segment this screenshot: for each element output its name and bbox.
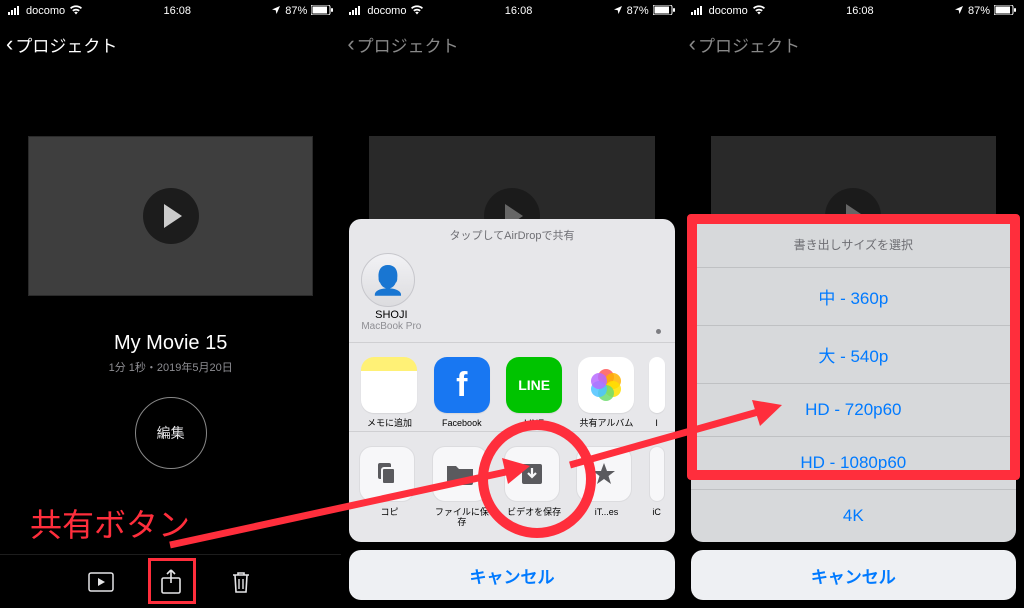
export-size-sheet: 書き出しサイズを選択 中 - 360p 大 - 540p HD - 720p60… [691,222,1016,600]
battery-percent: 87% [968,5,990,17]
export-option-720p60[interactable]: HD - 720p60 [691,384,1016,437]
status-bar: docomo 16:08 87% [341,0,682,22]
nav-back-label[interactable]: プロジェクト [15,32,117,57]
edit-button[interactable]: 編集 [135,397,207,469]
location-icon [954,5,964,18]
app-icon [649,357,665,413]
notes-icon [361,357,417,413]
nav-bar: ‹ プロジェクト [341,22,682,66]
back-chevron-icon: ‹ [347,31,354,57]
download-icon [504,446,560,502]
panel-export-size: docomo 16:08 87% ‹ プロジェクト 書き出しサイズを選択 中 -… [683,0,1024,608]
share-sheet: タップしてAirDropで共有 👤 SHOJI MacBook Pro メモに追… [349,219,674,600]
share-app-facebook[interactable]: f Facebook [432,357,492,429]
share-apps-row: メモに追加 f Facebook LINE LINE 共有アルバム [349,343,674,432]
star-icon [576,446,632,502]
nav-bar: ‹ プロジェクト [0,22,341,66]
panel-share-sheet: docomo 16:08 87% ‹ プロジェクト タップしてAirDropで共… [341,0,682,608]
folder-icon [432,446,488,502]
signal-icon [349,5,363,18]
share-cancel-button[interactable]: キャンセル [349,550,674,600]
export-option-540p[interactable]: 大 - 540p [691,326,1016,384]
clock: 16:08 [163,5,191,17]
share-action-save-video[interactable]: ビデオを保存 [504,446,564,528]
export-option-4k[interactable]: 4K [691,490,1016,542]
share-action-save-files[interactable]: ファイルに保存 [432,446,492,528]
carrier-label: docomo [26,5,65,17]
action-icon [649,446,665,502]
delete-button[interactable] [227,568,255,596]
share-app-more[interactable]: I [649,357,665,429]
battery-icon [311,5,333,18]
wifi-icon [69,5,83,18]
wifi-icon [752,5,766,18]
share-app-notes[interactable]: メモに追加 [359,357,419,429]
location-icon [271,5,281,18]
clock: 16:08 [505,5,533,17]
back-chevron-icon[interactable]: ‹ [6,31,13,57]
share-action-copy[interactable]: コピ [359,446,419,528]
battery-icon [653,5,675,18]
copy-icon [359,446,415,502]
photos-icon [578,357,634,413]
movie-title: My Movie 15 [0,332,341,355]
back-chevron-icon: ‹ [689,31,696,57]
battery-icon [994,5,1016,18]
play-button[interactable] [87,568,115,596]
location-icon [613,5,623,18]
battery-percent: 87% [627,5,649,17]
nav-back-label: プロジェクト [698,32,800,57]
movie-meta: 1分 1秒・2019年5月20日 [0,359,341,375]
carrier-label: docomo [367,5,406,17]
share-action-more[interactable]: iC [649,446,665,528]
export-option-1080p60[interactable]: HD - 1080p60 [691,437,1016,490]
export-title: 書き出しサイズを選択 [691,222,1016,268]
share-app-shared-album[interactable]: 共有アルバム [576,357,636,429]
airdrop-contact-name: SHOJI [361,309,421,321]
airdrop-avatar-icon: 👤 [361,253,415,307]
clock: 16:08 [846,5,874,17]
play-icon[interactable] [143,188,199,244]
airdrop-contact[interactable]: 👤 SHOJI MacBook Pro [361,253,421,332]
facebook-icon: f [434,357,490,413]
nav-bar: ‹ プロジェクト [683,22,1024,66]
status-bar: docomo 16:08 87% [0,0,341,22]
signal-icon [8,5,22,18]
annotation-share-button-label: 共有ボタン [30,500,190,546]
export-option-360p[interactable]: 中 - 360p [691,268,1016,326]
share-app-line[interactable]: LINE LINE [504,357,564,429]
export-cancel-button[interactable]: キャンセル [691,550,1016,600]
share-actions-row: コピ ファイルに保存 ビデオを保存 [349,432,674,542]
airdrop-hint: タップしてAirDropで共有 [349,219,674,249]
status-bar: docomo 16:08 87% [683,0,1024,22]
airdrop-contact-device: MacBook Pro [361,321,421,332]
line-icon: LINE [506,357,562,413]
share-action-itunes[interactable]: iT...es [576,446,636,528]
page-dot-icon [656,329,661,334]
nav-back-label: プロジェクト [357,32,459,57]
movie-thumbnail[interactable] [28,136,313,296]
carrier-label: docomo [709,5,748,17]
battery-percent: 87% [285,5,307,17]
panel-project-detail: docomo 16:08 87% ‹ プロジェクト My Movie 15 1分… [0,0,341,608]
wifi-icon [410,5,424,18]
annotation-share-box [148,558,196,604]
signal-icon [691,5,705,18]
